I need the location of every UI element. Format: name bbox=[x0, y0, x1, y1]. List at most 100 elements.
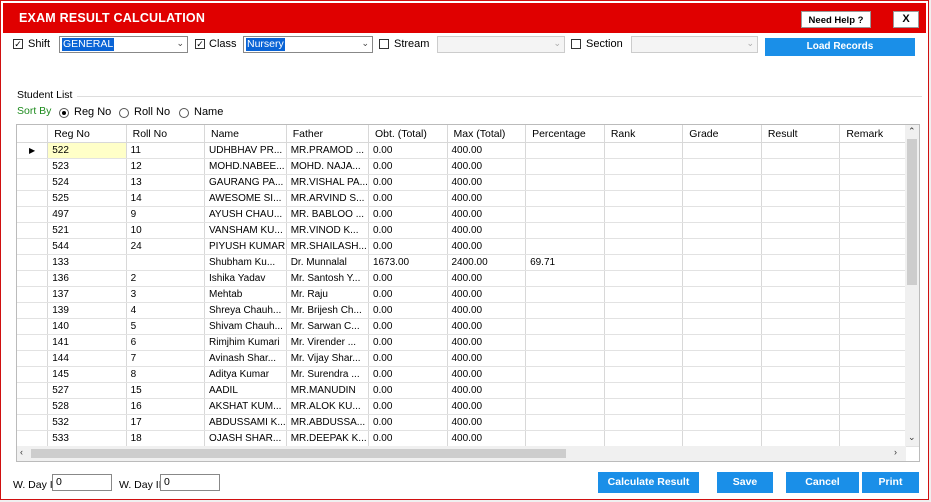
row-header[interactable] bbox=[17, 350, 49, 367]
table-cell[interactable]: VANSHAM KU... bbox=[204, 222, 287, 239]
table-cell[interactable] bbox=[604, 270, 684, 287]
table-cell[interactable]: 533 bbox=[47, 430, 127, 447]
cancel-button[interactable]: Cancel bbox=[786, 472, 859, 493]
column-header[interactable]: Name bbox=[204, 125, 287, 143]
row-header[interactable] bbox=[17, 254, 49, 271]
table-cell[interactable]: AYUSH CHAU... bbox=[204, 206, 287, 223]
table-cell[interactable]: 7 bbox=[126, 350, 206, 367]
table-cell[interactable] bbox=[682, 190, 762, 207]
table-cell[interactable]: 400.00 bbox=[447, 302, 527, 319]
table-cell[interactable]: Aditya Kumar bbox=[204, 366, 287, 383]
table-cell[interactable]: 136 bbox=[47, 270, 127, 287]
table-cell[interactable]: 0.00 bbox=[368, 222, 448, 239]
table-cell[interactable]: MR.ARVIND S... bbox=[286, 190, 369, 207]
table-cell[interactable]: 400.00 bbox=[447, 414, 527, 431]
table-cell[interactable]: 0.00 bbox=[368, 270, 448, 287]
table-cell[interactable] bbox=[525, 430, 605, 447]
table-cell[interactable]: 521 bbox=[47, 222, 127, 239]
table-cell[interactable]: Mehtab bbox=[204, 286, 287, 303]
table-cell[interactable]: 0.00 bbox=[368, 318, 448, 335]
table-cell[interactable] bbox=[761, 158, 841, 175]
column-header[interactable]: Obt. (Total) bbox=[368, 125, 448, 143]
row-header[interactable] bbox=[17, 174, 49, 191]
table-cell[interactable] bbox=[761, 270, 841, 287]
table-cell[interactable] bbox=[126, 254, 206, 271]
scroll-down-icon[interactable]: ⌄ bbox=[908, 432, 916, 443]
table-cell[interactable]: 400.00 bbox=[447, 158, 527, 175]
table-cell[interactable]: 544 bbox=[47, 238, 127, 255]
table-cell[interactable]: 0.00 bbox=[368, 190, 448, 207]
table-cell[interactable]: MOHD. NAJA... bbox=[286, 158, 369, 175]
row-header[interactable] bbox=[17, 398, 49, 415]
table-cell[interactable]: 0.00 bbox=[368, 430, 448, 447]
table-cell[interactable]: 0.00 bbox=[368, 382, 448, 399]
table-cell[interactable]: MR. BABLOO ... bbox=[286, 206, 369, 223]
table-cell[interactable]: AKSHAT KUM... bbox=[204, 398, 287, 415]
shift-dropdown[interactable]: GENERAL ⌄ bbox=[59, 36, 188, 53]
sort-reg-no-label[interactable]: Reg No bbox=[74, 106, 111, 118]
table-cell[interactable] bbox=[761, 142, 841, 159]
table-cell[interactable] bbox=[682, 414, 762, 431]
table-cell[interactable] bbox=[682, 142, 762, 159]
table-cell[interactable]: 10 bbox=[126, 222, 206, 239]
column-header[interactable]: Percentage bbox=[525, 125, 605, 143]
student-grid[interactable]: Reg No Roll No Name Father Obt. (Total) Max (… bbox=[16, 124, 920, 462]
table-cell[interactable] bbox=[761, 286, 841, 303]
table-cell[interactable]: Mr. Santosh Y... bbox=[286, 270, 369, 287]
table-cell[interactable]: PIYUSH KUMAR bbox=[204, 238, 287, 255]
table-cell[interactable] bbox=[682, 398, 762, 415]
table-cell[interactable] bbox=[761, 254, 841, 271]
table-cell[interactable] bbox=[761, 190, 841, 207]
row-header[interactable] bbox=[17, 270, 49, 287]
table-cell[interactable]: Dr. Munnalal bbox=[286, 254, 369, 271]
table-cell[interactable]: 0.00 bbox=[368, 302, 448, 319]
table-cell[interactable] bbox=[682, 254, 762, 271]
table-cell[interactable]: 400.00 bbox=[447, 142, 527, 159]
row-header[interactable] bbox=[17, 302, 49, 319]
table-cell[interactable] bbox=[604, 302, 684, 319]
sort-reg-no-radio[interactable] bbox=[59, 108, 69, 118]
table-cell[interactable]: 400.00 bbox=[447, 382, 527, 399]
table-cell[interactable] bbox=[761, 222, 841, 239]
table-cell[interactable]: GAURANG PA... bbox=[204, 174, 287, 191]
table-cell[interactable]: 400.00 bbox=[447, 334, 527, 351]
table-cell[interactable]: 11 bbox=[126, 142, 206, 159]
table-cell[interactable] bbox=[525, 334, 605, 351]
table-row[interactable]: 136 2 Ishika Yadav Mr. Santosh Y... 0.00 400.… bbox=[17, 270, 919, 287]
table-cell[interactable] bbox=[761, 350, 841, 367]
table-cell[interactable]: Shivam Chauh... bbox=[204, 318, 287, 335]
table-cell[interactable]: Mr. Vijay Shar... bbox=[286, 350, 369, 367]
table-cell[interactable] bbox=[682, 206, 762, 223]
table-cell[interactable] bbox=[604, 414, 684, 431]
table-cell[interactable]: Avinash Shar... bbox=[204, 350, 287, 367]
shift-checkbox[interactable]: ✓ bbox=[13, 39, 23, 49]
table-cell[interactable]: 144 bbox=[47, 350, 127, 367]
table-cell[interactable] bbox=[761, 174, 841, 191]
column-header[interactable]: Father bbox=[286, 125, 369, 143]
table-cell[interactable]: 0.00 bbox=[368, 286, 448, 303]
stream-checkbox[interactable] bbox=[379, 39, 389, 49]
table-cell[interactable]: Shubham Ku... bbox=[204, 254, 287, 271]
table-cell[interactable] bbox=[525, 382, 605, 399]
section-checkbox[interactable] bbox=[571, 39, 581, 49]
table-row[interactable]: 528 16 AKSHAT KUM... MR.ALOK KU... 0.00 400.0… bbox=[17, 398, 919, 415]
table-cell[interactable]: Mr. Virender ... bbox=[286, 334, 369, 351]
table-cell[interactable]: 532 bbox=[47, 414, 127, 431]
table-cell[interactable]: 0.00 bbox=[368, 142, 448, 159]
row-header[interactable] bbox=[17, 430, 49, 447]
table-cell[interactable] bbox=[682, 174, 762, 191]
table-cell[interactable] bbox=[682, 334, 762, 351]
table-cell[interactable]: MR.MANUDIN bbox=[286, 382, 369, 399]
table-row[interactable]: 544 24 PIYUSH KUMAR MR.SHAILASH... 0.00 400.0… bbox=[17, 238, 919, 255]
column-header[interactable]: Grade bbox=[682, 125, 762, 143]
table-cell[interactable]: Rimjhim Kumari bbox=[204, 334, 287, 351]
table-cell[interactable]: UDHBHAV PR... bbox=[204, 142, 287, 159]
table-cell[interactable]: 524 bbox=[47, 174, 127, 191]
table-cell[interactable]: 0.00 bbox=[368, 398, 448, 415]
table-cell[interactable]: 400.00 bbox=[447, 430, 527, 447]
table-row[interactable]: 521 10 VANSHAM KU... MR.VINOD K... 0.00 400.0… bbox=[17, 222, 919, 239]
table-cell[interactable] bbox=[682, 286, 762, 303]
table-cell[interactable]: Mr. Surendra ... bbox=[286, 366, 369, 383]
table-cell[interactable] bbox=[525, 366, 605, 383]
table-cell[interactable] bbox=[525, 414, 605, 431]
